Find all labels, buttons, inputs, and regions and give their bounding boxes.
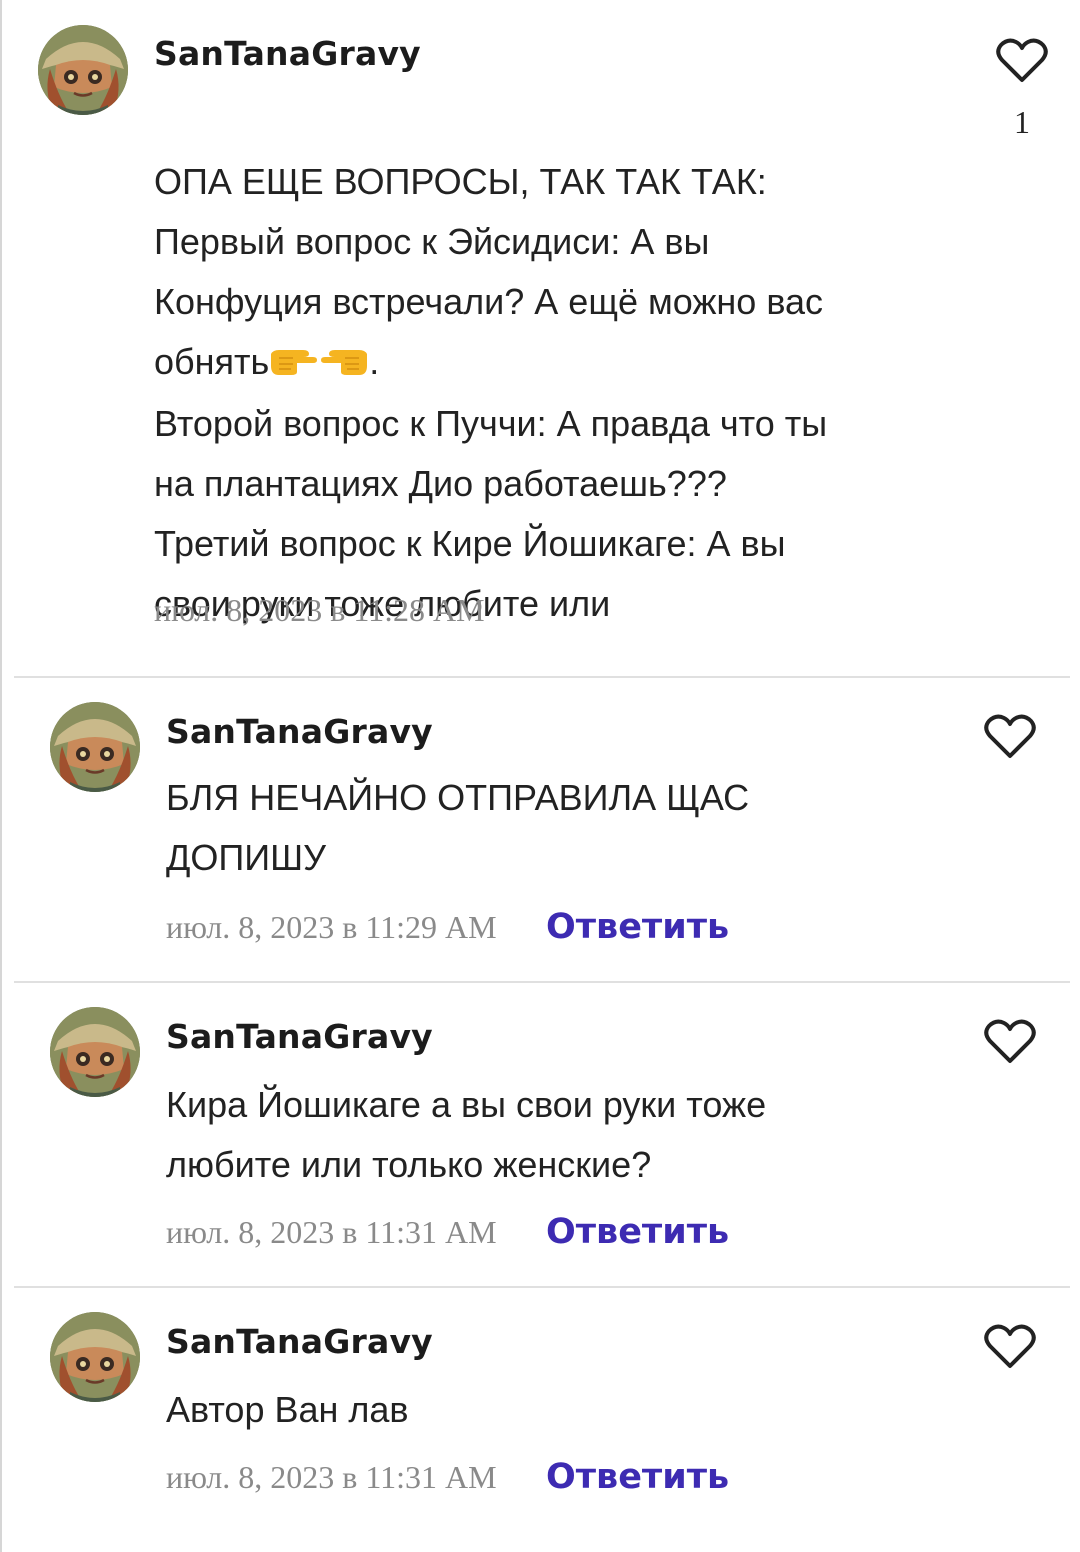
reply-button[interactable]: Ответить [546,907,729,947]
reply-button[interactable]: Ответить [546,1457,729,1497]
divider [14,676,1070,678]
comments-page: SanTanaGravy ОПА ЕЩЕ ВОПРОСЫ, ТАК ТАК ТА… [0,0,1080,1552]
like-count: 1 [1014,104,1030,140]
comment-text: Кира Йошикаге а вы свои руки тоже любите… [166,1084,767,1185]
like-heart-icon[interactable] [996,38,1048,84]
comment-timestamp: июл. 8, 2023 в 11:31 AM [166,1459,497,1495]
like-heart-icon[interactable] [984,1324,1036,1370]
comment-text: Автор Ван лав [166,1389,409,1430]
comment-timestamp: июл. 8, 2023 в 11:29 AM [166,909,497,945]
comment-timestamp: июл. 8, 2023 в 11:28 AM [154,592,485,628]
avatar[interactable] [50,702,140,792]
author-name[interactable]: SanTanaGravy [154,34,421,73]
author-name[interactable]: SanTanaGravy [166,1322,433,1361]
comment-text-part: . [369,341,380,382]
pointing-right-icon [269,334,319,394]
author-name[interactable]: SanTanaGravy [166,712,433,751]
divider [14,1286,1070,1288]
reply-button[interactable]: Ответить [546,1212,729,1252]
like-heart-icon[interactable] [984,1019,1036,1065]
avatar[interactable] [38,25,128,115]
comment-text-part: ОПА ЕЩЕ ВОПРОСЫ, ТАК ТАК ТАК: Первый воп… [154,161,824,382]
divider [14,981,1070,983]
author-name[interactable]: SanTanaGravy [166,1017,433,1056]
comment-text: БЛЯ НЕЧАЙНО ОТПРАВИЛА ЩАС ДОПИШУ [166,777,750,878]
avatar[interactable] [50,1312,140,1402]
avatar[interactable] [50,1007,140,1097]
comment-timestamp: июл. 8, 2023 в 11:31 AM [166,1214,497,1250]
like-heart-icon[interactable] [984,714,1036,760]
pointing-left-icon [319,334,369,394]
comment-text: ОПА ЕЩЕ ВОПРОСЫ, ТАК ТАК ТАК: Первый воп… [154,92,934,634]
